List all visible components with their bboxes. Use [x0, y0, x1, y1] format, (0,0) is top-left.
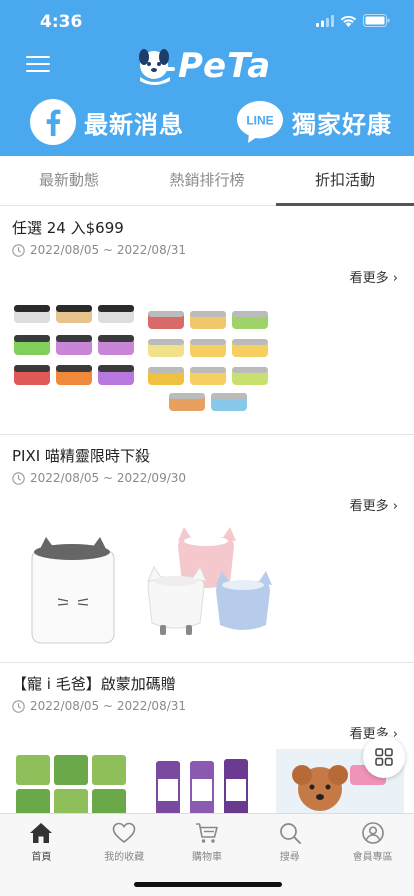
heart-icon	[112, 822, 136, 844]
line-badge-text: LINE	[246, 114, 273, 128]
promotion-title: 【寵 i 毛爸】啟蒙加碼贈	[12, 675, 176, 693]
promotion-list: 任選 24 入$699 2022/08/05 ~ 2022/08/31 看更多 …	[0, 207, 414, 813]
promotion-date-text: 2022/08/05 ~ 2022/09/30	[30, 471, 187, 485]
tab-latest-updates[interactable]: 最新動態	[0, 156, 138, 205]
grid-icon	[375, 748, 393, 766]
nav-label: 搜尋	[279, 852, 300, 863]
home-indicator	[134, 882, 282, 887]
grid-view-button[interactable]	[363, 736, 405, 778]
battery-icon	[363, 14, 390, 27]
facebook-icon	[30, 99, 76, 145]
can-group-right	[148, 311, 268, 411]
brand-logo-text: PeTa	[178, 46, 272, 86]
line-deals-label: 獨家好康	[292, 110, 392, 139]
fountain-blue-image	[216, 571, 272, 630]
wifi-icon	[340, 15, 357, 27]
user-icon	[361, 822, 384, 844]
facebook-news-link[interactable]: 最新消息	[30, 99, 184, 145]
tab-best-sellers[interactable]: 熱銷排行榜	[138, 156, 276, 205]
see-more-link[interactable]: 看更多 ›	[350, 267, 398, 286]
pet-food-product-image	[16, 749, 404, 813]
home-icon	[30, 823, 53, 843]
promotion-date: 2022/08/05 ~ 2022/08/31	[12, 243, 186, 257]
canned-food-product-image	[14, 305, 268, 411]
app-screen: 4:36 PeTa 最新消息 LINE 獨家好康 最新動態 熱銷排行榜 折扣活動…	[0, 0, 414, 896]
line-icon: LINE	[237, 101, 283, 143]
nav-home[interactable]: 首頁	[0, 814, 83, 896]
pet-fountain-product-image	[31, 527, 272, 644]
clock-icon	[12, 243, 25, 257]
tab-bar: 最新動態 熱銷排行榜 折扣活動	[0, 156, 414, 206]
litter-box-image	[31, 537, 115, 644]
promotion-date-text: 2022/08/05 ~ 2022/08/31	[30, 243, 187, 257]
status-bar: 4:36	[0, 0, 414, 44]
nav-label: 我的收藏	[104, 852, 145, 863]
promotion-title: 任選 24 入$699	[12, 219, 124, 237]
clock-icon	[12, 699, 25, 713]
promotion-date: 2022/08/05 ~ 2022/08/31	[12, 699, 186, 713]
status-icons	[316, 14, 390, 27]
facebook-news-label: 最新消息	[84, 110, 184, 139]
app-header: 4:36 PeTa 最新消息 LINE 獨家好康	[0, 0, 414, 156]
promotion-date: 2022/08/05 ~ 2022/09/30	[12, 471, 186, 485]
promotion-card[interactable]: 任選 24 入$699 2022/08/05 ~ 2022/08/31 看更多 …	[0, 207, 414, 435]
status-time: 4:36	[40, 12, 83, 32]
cart-icon	[195, 823, 218, 843]
nav-member[interactable]: 會員專區	[331, 814, 414, 896]
tab-discounts[interactable]: 折扣活動	[276, 156, 414, 206]
promotion-card[interactable]: 【寵 i 毛爸】啟蒙加碼贈 2022/08/05 ~ 2022/08/31 看更…	[0, 663, 414, 813]
signal-icon	[316, 14, 334, 27]
promotion-title: PIXI 喵精靈限時下殺	[12, 447, 150, 465]
clock-icon	[12, 471, 25, 485]
menu-icon[interactable]	[26, 56, 50, 76]
nav-label: 會員專區	[352, 852, 393, 863]
nav-label: 首頁	[31, 852, 52, 863]
see-more-link[interactable]: 看更多 ›	[350, 495, 398, 514]
food-bag-group-image	[156, 759, 248, 813]
dog-mascot-icon	[139, 49, 175, 85]
promotion-date-text: 2022/08/05 ~ 2022/08/31	[30, 699, 187, 713]
line-deals-link[interactable]: LINE 獨家好康	[236, 99, 392, 145]
nav-label: 購物車	[191, 852, 222, 863]
brand-logo[interactable]: PeTa	[136, 46, 271, 86]
fountain-white-image	[147, 565, 207, 635]
search-icon	[279, 823, 301, 844]
promotion-card[interactable]: PIXI 喵精靈限時下殺 2022/08/05 ~ 2022/09/30 看更多…	[0, 435, 414, 663]
can-group-left	[14, 305, 134, 385]
pouch-group-image	[16, 755, 126, 813]
